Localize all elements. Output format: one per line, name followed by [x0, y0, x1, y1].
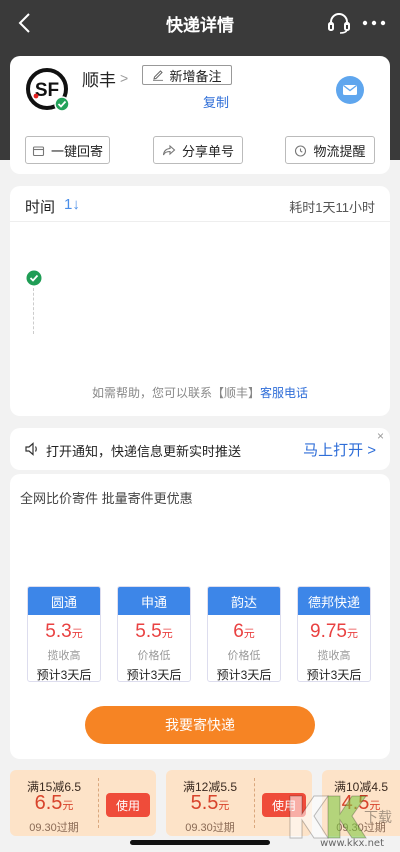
- courier-price: 5.5元: [135, 621, 173, 642]
- add-note-button[interactable]: 新增备注: [142, 65, 232, 85]
- coupon-card[interactable]: 满15减6.5 6.5元 09.30过期 使用: [10, 770, 156, 836]
- courier-option-shentong[interactable]: 申通 5.5元 价格低 预计3天后: [117, 586, 191, 682]
- carrier-name[interactable]: 顺丰: [82, 66, 116, 91]
- timeline-line: [33, 288, 34, 334]
- use-coupon-button[interactable]: 使用: [106, 793, 150, 817]
- customer-service-icon[interactable]: [326, 10, 352, 36]
- courier-eta: 预计3天后: [216, 668, 272, 682]
- return-box-icon: [32, 145, 45, 156]
- courier-eta: 预计3天后: [126, 668, 182, 682]
- svg-text:下载: 下载: [364, 810, 392, 826]
- message-icon[interactable]: [336, 76, 364, 104]
- carrier-card: SF 顺丰 > 新增备注 复制 一键回寄 分享单号 物流提醒: [10, 56, 390, 174]
- more-icon[interactable]: [360, 10, 388, 36]
- logistics-reminder-button[interactable]: 物流提醒: [285, 136, 375, 164]
- home-indicator: [130, 840, 270, 845]
- courier-tag: 揽收高: [317, 650, 351, 662]
- svg-text:SF: SF: [35, 80, 59, 101]
- logistics-reminder-label: 物流提醒: [313, 143, 366, 159]
- share-number-label: 分享单号: [181, 143, 234, 159]
- timeline-header: 时间 1↓ 耗时1天11小时: [10, 186, 390, 222]
- compare-title: 全网比价寄件 批量寄件更优惠: [20, 491, 193, 506]
- courier-eta: 预计3天后: [306, 668, 362, 682]
- sf-express-logo: SF: [26, 68, 70, 112]
- price-compare-card: 全网比价寄件 批量寄件更优惠 圆通 5.3元 揽收高 预计3天后 申通 5.5元…: [10, 474, 390, 759]
- chevron-right-icon[interactable]: >: [120, 70, 128, 86]
- courier-tag: 揽收高: [47, 650, 81, 662]
- notification-banner: 打开通知，快递信息更新实时推送 马上打开 > ×: [10, 428, 390, 470]
- coupon-divider: [254, 778, 255, 828]
- courier-tag: 价格低: [227, 650, 261, 662]
- timeline-title: 时间: [25, 199, 56, 216]
- share-number-button[interactable]: 分享单号: [153, 136, 243, 164]
- courier-tag: 价格低: [137, 650, 171, 662]
- courier-eta: 预计3天后: [36, 668, 92, 682]
- copy-link[interactable]: 复制: [203, 92, 229, 111]
- elapsed-time: 耗时1天11小时: [289, 200, 375, 215]
- courier-price: 5.3元: [45, 621, 83, 642]
- courier-option-debang[interactable]: 德邦快递 9.75元 揽收高 预计3天后: [297, 586, 371, 682]
- page-title: 快递详情: [166, 15, 234, 35]
- one-click-return-button[interactable]: 一键回寄: [25, 136, 110, 164]
- alarm-clock-icon: [295, 144, 307, 157]
- courier-price: 9.75元: [310, 621, 358, 642]
- coupon-amount: 5.5元: [190, 792, 230, 814]
- coupon-expiry: 09.30过期: [29, 822, 79, 834]
- watermark-url: www.kkx.net: [320, 838, 384, 849]
- courier-name: 申通: [118, 587, 190, 615]
- help-text: 如需帮助，您可以联系【顺丰】客服电话: [10, 384, 390, 401]
- send-express-button[interactable]: 我要寄快递: [85, 706, 315, 744]
- share-icon: [162, 144, 176, 155]
- coupon-divider: [98, 778, 99, 828]
- courier-price: 6元: [233, 621, 255, 642]
- sort-order-icon[interactable]: 1↓: [64, 196, 80, 213]
- courier-name: 圆通: [28, 587, 100, 615]
- back-arrow-icon[interactable]: [12, 9, 40, 37]
- courier-name: 德邦快递: [298, 587, 370, 615]
- courier-option-yuantong[interactable]: 圆通 5.3元 揽收高 预计3天后: [27, 586, 101, 682]
- help-prefix: 如需帮助，您可以联系【顺丰】: [91, 386, 260, 400]
- one-click-return-label: 一键回寄: [50, 143, 103, 159]
- timeline-card: 时间 1↓ 耗时1天11小时 如需帮助，您可以联系【顺丰】客服电话: [10, 186, 390, 416]
- close-icon[interactable]: ×: [377, 429, 384, 443]
- speaker-icon: [25, 442, 37, 456]
- open-notification-link[interactable]: 马上打开 >: [303, 439, 376, 460]
- courier-name: 韵达: [208, 587, 280, 615]
- courier-option-yunda[interactable]: 韵达 6元 价格低 预计3天后: [207, 586, 281, 682]
- notification-text: 打开通知，快递信息更新实时推送: [46, 444, 242, 459]
- customer-service-link[interactable]: 客服电话: [260, 386, 308, 400]
- coupon-amount: 6.5元: [34, 792, 74, 814]
- pencil-icon: [153, 70, 164, 81]
- check-circle-icon: [26, 270, 42, 286]
- nav-bar: 快递详情: [0, 0, 400, 46]
- add-note-label: 新增备注: [169, 68, 222, 84]
- coupon-expiry: 09.30过期: [185, 822, 235, 834]
